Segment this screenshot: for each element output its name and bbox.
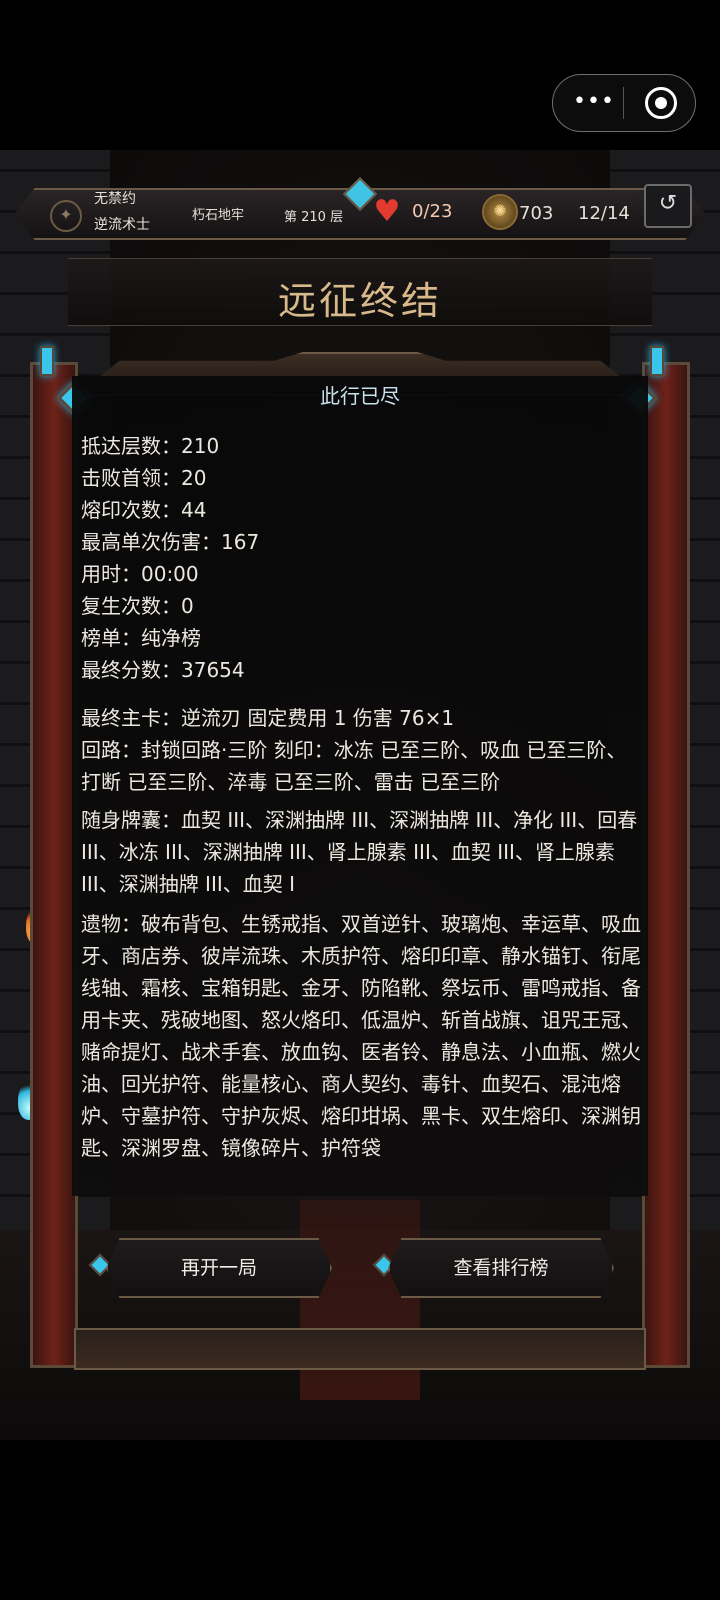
compass-icon: ✦ <box>50 200 82 232</box>
stat-revives: 复生次数：0 <box>81 594 194 618</box>
location-label: 朽石地牢 <box>192 208 245 223</box>
character-label: 逆流术士 <box>94 217 150 233</box>
stat-time: 用时：00:00 <box>81 562 199 586</box>
floor-label: 第 210 层 <box>284 210 344 225</box>
stat-board: 榜单：纯净榜 <box>81 626 201 650</box>
miniprogram-capsule: ••• <box>552 74 696 132</box>
more-icon[interactable]: ••• <box>573 91 615 113</box>
panel-subtitle: 此行已尽 <box>320 384 400 408</box>
close-miniprogram-icon[interactable] <box>645 87 677 119</box>
capsule-divider <box>623 87 624 119</box>
pouch-info: 随身牌囊：血契 III、深渊抽牌 III、深渊抽牌 III、净化 III、回春 … <box>81 808 638 896</box>
leaderboard-button[interactable]: 查看排行榜 <box>388 1238 614 1298</box>
deck-count: 12/14 <box>578 203 630 224</box>
back-button[interactable]: ↺ <box>644 184 692 228</box>
left-pillar <box>30 362 78 1368</box>
restart-button[interactable]: 再开一局 <box>106 1238 332 1298</box>
stat-forges: 熔印次数：44 <box>81 498 207 522</box>
mode-label: 无禁约 <box>94 191 136 207</box>
undo-icon: ↺ <box>658 191 678 216</box>
stat-score: 最终分数：37654 <box>81 658 245 682</box>
crystal-icon <box>40 346 54 376</box>
hp-value: 0/23 <box>412 201 453 222</box>
frame-base <box>74 1328 646 1370</box>
page-title: 远征终结 <box>277 279 442 323</box>
right-pillar <box>642 362 690 1368</box>
crystal-icon <box>650 346 664 376</box>
relics-info: 遗物：破布背包、生锈戒指、双首逆针、玻璃炮、幸运草、吸血牙、商店券、彼岸流珠、木… <box>81 912 641 1160</box>
gold-value: 703 <box>519 203 554 224</box>
stat-max-damage: 最高单次伤害：167 <box>81 530 260 554</box>
stat-bosses: 击败首领：20 <box>81 466 207 490</box>
circuit-info: 回路：封锁回路·三阶 刻印：冰冻 已至三阶、吸血 已至三阶、打断 已至三阶、淬毒… <box>81 738 627 794</box>
gold-coin-icon: ✺ <box>482 194 518 230</box>
heart-icon: ♥ <box>373 194 401 229</box>
main-card-info: 最终主卡：逆流刃 固定费用 1 伤害 76×1 <box>81 706 455 730</box>
stat-floors: 抵达层数：210 <box>81 434 220 458</box>
